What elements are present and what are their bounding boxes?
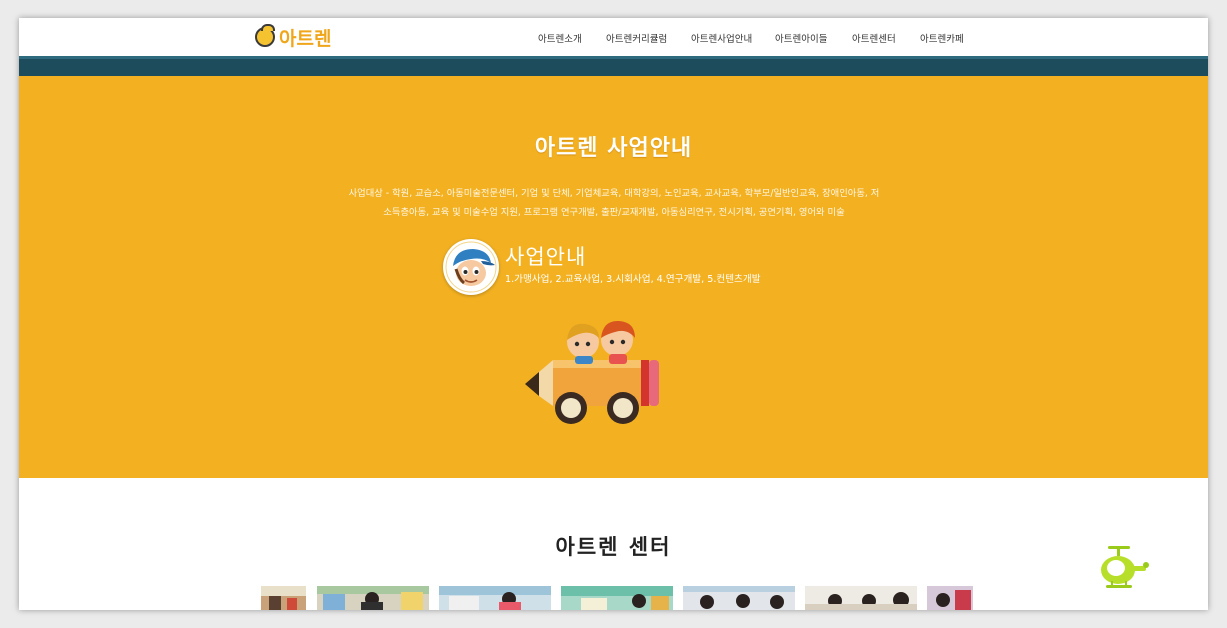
nav-item-center[interactable]: 아트렌센터 xyxy=(852,31,896,45)
business-section: 아트렌 사업안내 사업대상 - 학원, 교습소, 아동미술전문센터, 기업 및 … xyxy=(19,76,1208,478)
center-photo-thumbnail[interactable] xyxy=(439,586,551,610)
center-photo-thumbnail[interactable] xyxy=(927,586,973,610)
page: 아트렌 아트렌소개 아트렌커리큘럼 아트렌사업안내 아트렌아이들 아트렌센터 아… xyxy=(19,18,1208,610)
nav-item-curriculum[interactable]: 아트렌커리큘럼 xyxy=(606,31,667,45)
center-photo-thumbnail[interactable] xyxy=(683,586,795,610)
header: 아트렌 아트렌소개 아트렌커리큘럼 아트렌사업안내 아트렌아이들 아트렌센터 아… xyxy=(19,18,1208,56)
nav-item-kids[interactable]: 아트렌아이들 xyxy=(775,31,827,45)
center-section-title: 아트렌 센터 xyxy=(555,535,672,559)
pencil-car-icon xyxy=(519,316,669,436)
business-info-title: 사업안내 xyxy=(505,245,587,269)
helicopter-icon[interactable] xyxy=(1096,544,1150,594)
business-target-line-1: 사업대상 - 학원, 교습소, 아동미술전문센터, 기업 및 단체, 기업체교육… xyxy=(348,188,880,199)
nav-item-intro[interactable]: 아트렌소개 xyxy=(538,31,582,45)
center-photo-thumbnail[interactable] xyxy=(261,586,306,610)
main-nav: 아트렌소개 아트렌커리큘럼 아트렌사업안내 아트렌아이들 아트렌센터 아트렌카페 xyxy=(19,18,1208,56)
header-band xyxy=(19,56,1208,76)
center-photo-thumbnail[interactable] xyxy=(561,586,673,610)
section-title: 아트렌 사업안내 xyxy=(534,136,693,161)
center-photo-thumbnail[interactable] xyxy=(317,586,429,610)
center-photo-thumbnail[interactable] xyxy=(805,586,917,610)
nav-item-cafe[interactable]: 아트렌카페 xyxy=(920,31,964,45)
business-target-text: 사업대상 - 학원, 교습소, 아동미술전문센터, 기업 및 단체, 기업체교육… xyxy=(304,184,924,222)
nav-item-business[interactable]: 아트렌사업안내 xyxy=(691,31,752,45)
boy-face-icon xyxy=(443,239,499,295)
business-target-line-2: 소득층아동, 교육 및 미술수업 지원, 프로그램 연구개발, 출판/교재개발,… xyxy=(383,207,845,218)
business-info-list: 1.가맹사업, 2.교육사업, 3.시회사업, 4.연구개발, 5.컨텐츠개발 xyxy=(505,274,761,285)
